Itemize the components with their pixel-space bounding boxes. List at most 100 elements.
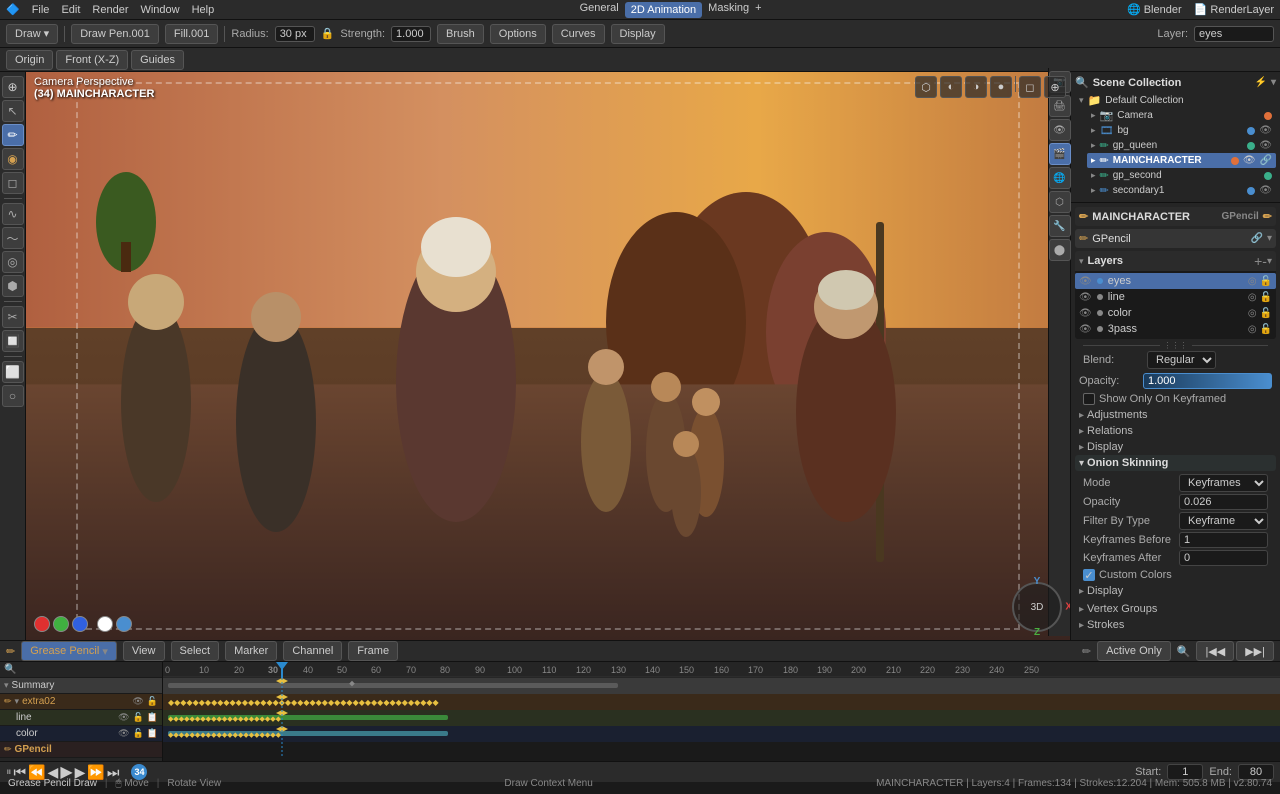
track-color[interactable]: color 👁 🔓 📋: [0, 726, 162, 742]
layer-line[interactable]: 👁 line ◎ 🔓: [1075, 289, 1276, 305]
sc-item-default-collection[interactable]: ▾ 📁 Default Collection: [1075, 93, 1276, 108]
prop-material[interactable]: ⬤: [1049, 239, 1071, 261]
color-eye[interactable]: 👁: [118, 728, 129, 739]
track-extra02[interactable]: ✏ ▾ extra02 👁 🔓: [0, 694, 162, 710]
strength-value[interactable]: 1.000: [391, 26, 431, 42]
layer-options[interactable]: ▾: [1267, 256, 1272, 267]
taper-tool[interactable]: ∿: [2, 203, 24, 225]
strokes-section[interactable]: ▸ Strokes: [1075, 617, 1276, 633]
channel-menu[interactable]: Channel: [283, 641, 342, 661]
strength-tool[interactable]: ◎: [2, 251, 24, 273]
fill-name[interactable]: Fill.001: [165, 24, 218, 44]
color-orb-accent[interactable]: [116, 616, 132, 632]
sc-item-bg[interactable]: ▸ 🎞 bg 👁: [1087, 123, 1276, 138]
menu-window[interactable]: Window: [140, 4, 179, 16]
secondary1-eye[interactable]: 👁: [1259, 185, 1272, 196]
marker-menu[interactable]: Marker: [225, 641, 277, 661]
curves-btn[interactable]: Curves: [552, 24, 605, 44]
layer-lock-icon[interactable]: 🔓: [1260, 276, 1272, 287]
viewport-shading-material[interactable]: ◑: [965, 76, 987, 98]
settings-handle[interactable]: ⋮⋮⋮: [1160, 341, 1192, 350]
layer-line-lock[interactable]: 🔓: [1260, 292, 1272, 303]
view-btn[interactable]: Front (X-Z): [56, 50, 128, 70]
keyframe-step-back[interactable]: |◀◀: [1196, 641, 1234, 661]
color-extra[interactable]: 📋: [147, 728, 158, 739]
layer-3pass-onion[interactable]: ◎: [1248, 324, 1257, 335]
menu-render[interactable]: Render: [92, 4, 128, 16]
prop-modifier[interactable]: 🔧: [1049, 215, 1071, 237]
gpencil-menu-icon[interactable]: ▾: [1267, 233, 1272, 244]
eyedropper-tool[interactable]: 🔲: [2, 330, 24, 352]
layer-add[interactable]: +: [1254, 253, 1262, 269]
view-menu[interactable]: View: [123, 641, 165, 661]
tab-2d-animation[interactable]: 2D Animation: [625, 2, 702, 18]
draw-tool[interactable]: ✏: [2, 124, 24, 146]
line-extra[interactable]: 📋: [147, 712, 158, 723]
relations-section[interactable]: ▸ Relations: [1075, 423, 1276, 439]
layer-eyes[interactable]: 👁 eyes ◎ 🔓: [1075, 273, 1276, 289]
sc-item-gp-second[interactable]: ▸ ✏ gp_second: [1087, 168, 1276, 183]
color-orb-green[interactable]: [53, 616, 69, 632]
mainchar-link[interactable]: 🔗: [1260, 155, 1272, 166]
track-line[interactable]: line 👁 🔓 📋: [0, 710, 162, 726]
layer-line-onion[interactable]: ◎: [1248, 292, 1257, 303]
layer-line-eye[interactable]: 👁: [1079, 292, 1092, 303]
scene-selector[interactable]: 🌐 Blender: [1127, 3, 1182, 16]
color-orb-blue[interactable]: [72, 616, 88, 632]
select-tool[interactable]: ↖: [2, 100, 24, 122]
menu-edit[interactable]: Edit: [61, 4, 80, 16]
prop-object[interactable]: ⬡: [1049, 191, 1071, 213]
tab-general[interactable]: General: [580, 2, 619, 18]
blend-select[interactable]: Regular: [1147, 351, 1216, 369]
layer-eye-icon[interactable]: 👁: [1079, 276, 1092, 287]
opacity-slider[interactable]: 1.000: [1143, 373, 1272, 389]
extra02-lock[interactable]: 🔓: [147, 696, 158, 707]
gizmo-toggle[interactable]: ⊕: [1044, 76, 1066, 98]
overlay-toggle[interactable]: ◻: [1019, 76, 1041, 98]
brush-btn[interactable]: Brush: [437, 24, 484, 44]
sc-item-secondary1[interactable]: ▸ ✏ secondary1 👁: [1087, 183, 1276, 198]
circle-tool[interactable]: ○: [2, 385, 24, 407]
scene-collection-search[interactable]: 🔍: [1075, 76, 1089, 89]
select-menu[interactable]: Select: [171, 641, 220, 661]
display-section[interactable]: ▸ Display: [1075, 439, 1276, 455]
keyframe-step-fwd[interactable]: ▶▶|: [1236, 641, 1274, 661]
onion-display-section[interactable]: ▸ Display: [1075, 583, 1276, 599]
nav-gizmo[interactable]: 3D Y X Z: [1012, 582, 1062, 632]
track-gpencil[interactable]: ✏ GPencil: [0, 742, 162, 758]
custom-colors-checkbox[interactable]: ✓: [1083, 569, 1095, 581]
menu-file[interactable]: File: [32, 4, 50, 16]
display-btn[interactable]: Display: [611, 24, 665, 44]
prop-view[interactable]: 👁: [1049, 119, 1071, 141]
weight-tool[interactable]: ⬢: [2, 275, 24, 297]
vertex-groups-section[interactable]: ▸ Vertex Groups: [1075, 601, 1276, 617]
line-lock[interactable]: 🔓: [133, 712, 144, 723]
line-eye[interactable]: 👁: [118, 712, 129, 723]
scene-collection-filter[interactable]: ⚡: [1255, 77, 1267, 88]
sc-item-maincharacter[interactable]: ▸ ✏ MAINCHARACTER 👁 🔗: [1087, 153, 1276, 168]
mode-selector[interactable]: Draw ▾: [6, 24, 58, 44]
bg-eye-icon[interactable]: 👁: [1259, 125, 1272, 136]
layer-value[interactable]: eyes: [1194, 26, 1274, 42]
fill-tool[interactable]: ◉: [2, 148, 24, 170]
menu-help[interactable]: Help: [192, 4, 215, 16]
radius-lock[interactable]: 🔒: [321, 27, 335, 40]
erase-tool[interactable]: ◻: [2, 172, 24, 194]
layer-3pass-eye[interactable]: 👁: [1079, 324, 1092, 335]
layer-color-onion[interactable]: ◎: [1248, 308, 1257, 319]
prop-scene[interactable]: 🎬: [1049, 143, 1071, 165]
tab-add[interactable]: +: [755, 2, 761, 18]
onion-mode-select[interactable]: Keyframes: [1179, 474, 1268, 492]
frame-menu[interactable]: Frame: [348, 641, 398, 661]
sc-item-gp-queen[interactable]: ▸ ✏ gp_queen 👁: [1087, 138, 1276, 153]
layer-color[interactable]: 👁 color ◎ 🔓: [1075, 305, 1276, 321]
extra02-eye[interactable]: 👁: [132, 696, 143, 707]
viewport-shading-solid[interactable]: ◐: [940, 76, 962, 98]
radius-value[interactable]: 30 px: [275, 26, 315, 42]
track-summary[interactable]: ▾ Summary: [0, 678, 162, 694]
guides-btn[interactable]: Guides: [131, 50, 184, 70]
layer-3pass[interactable]: 👁 3pass ◎ 🔓: [1075, 321, 1276, 337]
viewport-shading-rendered[interactable]: ●: [990, 76, 1012, 98]
color-orb-white[interactable]: [97, 616, 113, 632]
viewport[interactable]: Camera Perspective (34) MAINCHARACTER: [26, 72, 1070, 640]
